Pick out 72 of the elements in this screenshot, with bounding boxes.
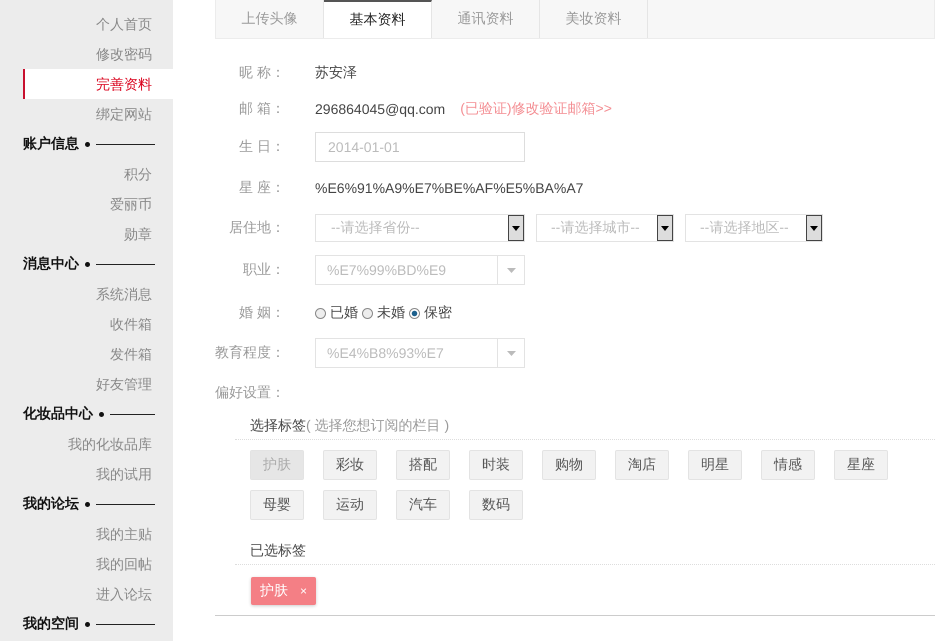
- sidebar-item[interactable]: 进入论坛: [23, 579, 173, 609]
- bullet-icon: [85, 502, 90, 506]
- section-heading: 化妆品中心: [23, 405, 93, 423]
- section-heading: 消息中心: [23, 255, 79, 273]
- tag-button[interactable]: 星座: [834, 450, 888, 480]
- tag-button[interactable]: 数码: [469, 490, 523, 520]
- sidebar-item[interactable]: 好友管理: [23, 369, 173, 399]
- field-value: 苏安泽: [315, 64, 357, 82]
- select-field[interactable]: %E7%99%BD%E9: [315, 255, 525, 285]
- sidebar-item[interactable]: 我的回帖: [23, 549, 173, 579]
- tag-button[interactable]: 情感: [761, 450, 815, 480]
- tag-button[interactable]: 运动: [323, 490, 377, 520]
- sidebar-item[interactable]: 个人首页: [23, 9, 173, 39]
- sidebar-item[interactable]: 我的主贴: [23, 519, 173, 549]
- tag-button[interactable]: 淘店: [615, 450, 669, 480]
- tag-button[interactable]: 汽车: [396, 490, 450, 520]
- field-label: 教育程度：: [215, 344, 285, 362]
- sidebar-item[interactable]: 修改密码: [23, 39, 173, 69]
- bullet-icon: [85, 262, 90, 266]
- tag-button[interactable]: 搭配: [396, 450, 450, 480]
- radio-button[interactable]: [315, 308, 326, 318]
- sidebar-item[interactable]: 我的试用: [23, 459, 173, 489]
- tag-button[interactable]: 时装: [469, 450, 523, 480]
- section-heading: 我的空间: [23, 615, 79, 633]
- tab[interactable]: 基本资料: [324, 0, 432, 38]
- sidebar-item[interactable]: 勋章: [23, 219, 173, 249]
- tag-button[interactable]: 彩妆: [323, 450, 377, 480]
- field-label: 昵 称：: [238, 64, 285, 82]
- bullet-icon: [85, 142, 90, 146]
- region-select[interactable]: --请选择城市--: [536, 214, 674, 242]
- field-label: 居住地：: [228, 219, 285, 237]
- section-heading: 账户信息: [23, 135, 79, 153]
- select-field[interactable]: %E4%B8%93%E7: [315, 338, 525, 368]
- section-title: 选择标签: [250, 417, 306, 435]
- section-heading: 我的论坛: [23, 495, 79, 513]
- dropdown-arrow-icon: [506, 268, 516, 272]
- radio-option[interactable]: 保密: [409, 304, 452, 322]
- region-select[interactable]: --请选择地区--: [685, 214, 823, 242]
- bullet-icon: [85, 622, 90, 626]
- sidebar-item[interactable]: 绑定网站: [23, 99, 173, 129]
- sidebar-item[interactable]: 完善资料: [23, 69, 173, 99]
- tag-button[interactable]: 购物: [542, 450, 596, 480]
- dropdown-arrow-icon: [506, 350, 516, 356]
- change-email-link[interactable]: (已验证)修改验证邮箱>>: [460, 100, 612, 118]
- radio-button[interactable]: [409, 308, 420, 318]
- field-label: 职业：: [242, 261, 285, 279]
- sidebar-item[interactable]: 积分: [23, 159, 173, 189]
- tag-button[interactable]: 明星: [688, 450, 742, 480]
- radio-button[interactable]: [362, 308, 373, 318]
- field-value: %E6%91%A9%E7%BE%AF%E5%BA%A7: [315, 180, 584, 196]
- field-label: 邮 箱：: [238, 100, 285, 118]
- tag-button[interactable]: 护肤: [250, 450, 304, 480]
- remove-button[interactable]: ×: [300, 584, 308, 598]
- field-label: 星 座：: [238, 179, 285, 197]
- region-select[interactable]: --请选择省份--: [315, 214, 525, 242]
- sidebar-item[interactable]: 发件箱: [23, 339, 173, 369]
- field-label: 生 日：: [238, 138, 285, 156]
- date-input[interactable]: 2014-01-01: [315, 132, 525, 162]
- bullet-icon: [99, 412, 104, 416]
- sidebar-item[interactable]: 我的化妆品库: [23, 429, 173, 459]
- sidebar-item[interactable]: 爱丽币: [23, 189, 173, 219]
- radio-option[interactable]: 已婚: [315, 304, 358, 322]
- sidebar-item[interactable]: 系统消息: [23, 279, 173, 309]
- sidebar-item[interactable]: 收件箱: [23, 309, 173, 339]
- tag-label: 护肤: [260, 582, 288, 600]
- field-label: 婚 姻：: [238, 304, 285, 322]
- tag-button[interactable]: 母婴: [250, 490, 304, 520]
- section-title: 已选标签: [250, 542, 306, 560]
- section-hint: ( 选择您想订阅的栏目 ): [306, 417, 450, 435]
- email-value: 296864045@qq.com: [315, 101, 446, 117]
- radio-option[interactable]: 未婚: [362, 304, 405, 322]
- field-label: 偏好设置：: [215, 383, 286, 402]
